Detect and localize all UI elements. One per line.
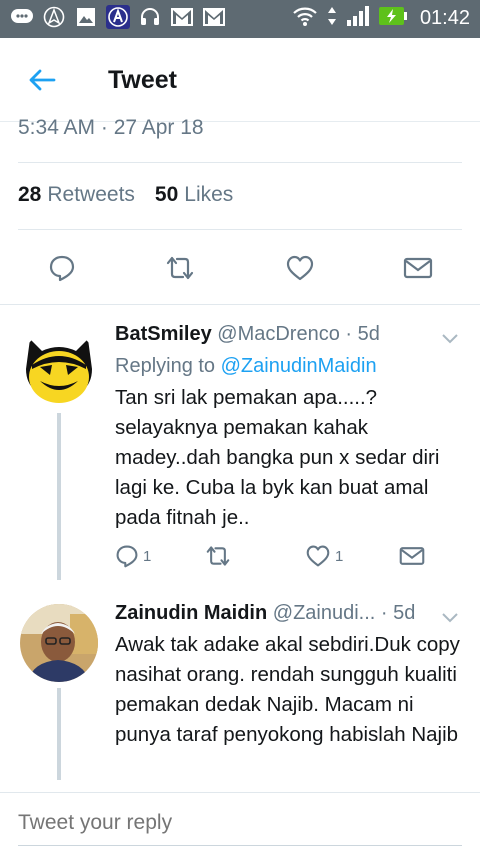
author-name[interactable]: Zainudin Maidin [115,602,267,624]
retweet-button[interactable] [203,541,233,571]
author-handle[interactable]: @MacDrenco [217,323,340,345]
retweet-button[interactable] [160,250,200,286]
replying-to: Replying to @ZainudinMaidin [115,355,377,378]
app-a-icon [106,5,130,29]
avatar[interactable] [20,604,98,682]
reply-icon [116,545,138,568]
reply-composer [0,792,480,854]
share-button[interactable] [398,250,438,286]
chat-icon [10,5,34,29]
like-button[interactable] [280,250,320,286]
reply-icon [49,255,75,282]
chevron-down-icon [442,334,458,344]
image-icon [74,5,98,29]
reply-button[interactable]: 1 [115,541,151,571]
back-arrow-icon [29,69,56,91]
likes-count: 50 [154,183,179,206]
author-name[interactable]: BatSmiley [115,323,212,345]
envelope-icon [403,257,433,279]
battery-charging-icon [378,5,408,32]
tweet-timestamp: 5:34 AM · 27 Apr 18 [18,116,204,139]
headset-icon [138,5,162,29]
status-bar: 01:42 [0,0,480,38]
app-header: Tweet [0,38,480,122]
envelope-icon [399,547,425,565]
share-button[interactable] [399,541,425,571]
chevron-down-icon [442,613,458,623]
reply-age: · 5d [345,323,380,345]
divider [18,229,462,230]
replying-label: Replying to [115,355,216,377]
more-options-button[interactable] [438,327,462,351]
page-title: Tweet [108,66,177,94]
retweets-label: Retweets [47,183,135,206]
thread-line [57,413,61,580]
heart-icon [306,545,330,567]
reply-item[interactable]: Zainudin Maidin @Zainudi... · 5d Awak ta… [0,580,480,780]
reply-input[interactable] [18,807,458,839]
reply-item[interactable]: BatSmiley @MacDrenco · 5d Replying to @Z… [0,305,480,580]
reply-text: Awak tak adake akal sebdiri.Duk copy nas… [115,633,460,746]
reply-header: BatSmiley @MacDrenco · 5d [115,323,380,346]
avatar[interactable] [20,329,98,407]
reply-header: Zainudin Maidin @Zainudi... · 5d [115,602,415,625]
batsmiley-avatar-icon [20,329,98,407]
notification-icons [10,5,226,29]
gmail-icon [170,5,194,29]
data-arrows-icon [326,5,338,32]
like-button[interactable]: 1 [305,541,343,571]
system-indicators: 01:42 [292,5,470,32]
tweet-actions [0,250,480,286]
reply-age: · 5d [380,602,416,624]
heart-icon [286,255,314,281]
replying-to-link[interactable]: @ZainudinMaidin [221,355,377,377]
reply-count: 1 [143,547,152,565]
author-handle[interactable]: @Zainudi... [273,602,376,624]
retweets-stat[interactable]: 28 Retweets [18,183,135,207]
input-underline [18,845,462,846]
gmail-icon [202,5,226,29]
signal-icon [346,5,370,32]
wifi-icon [292,5,318,32]
profile-photo-icon [20,604,98,682]
navigation-icon [42,5,66,29]
more-options-button[interactable] [438,606,462,630]
like-count: 1 [335,547,344,565]
reply-text: Tan sri lak pemakan apa.....? selayaknya… [115,386,440,529]
thread-line [57,688,61,780]
tweet-stats: 28 Retweets 50 Likes [18,183,233,207]
retweets-count: 28 [18,183,42,206]
retweet-icon [166,256,194,280]
divider [18,162,462,163]
likes-label: Likes [184,183,234,206]
reply-actions: 1 1 [115,541,445,571]
retweet-icon [206,546,230,566]
likes-stat[interactable]: 50 Likes [155,183,233,207]
clock: 01:42 [419,7,470,29]
reply-button[interactable] [42,250,82,286]
back-button[interactable] [22,62,62,98]
